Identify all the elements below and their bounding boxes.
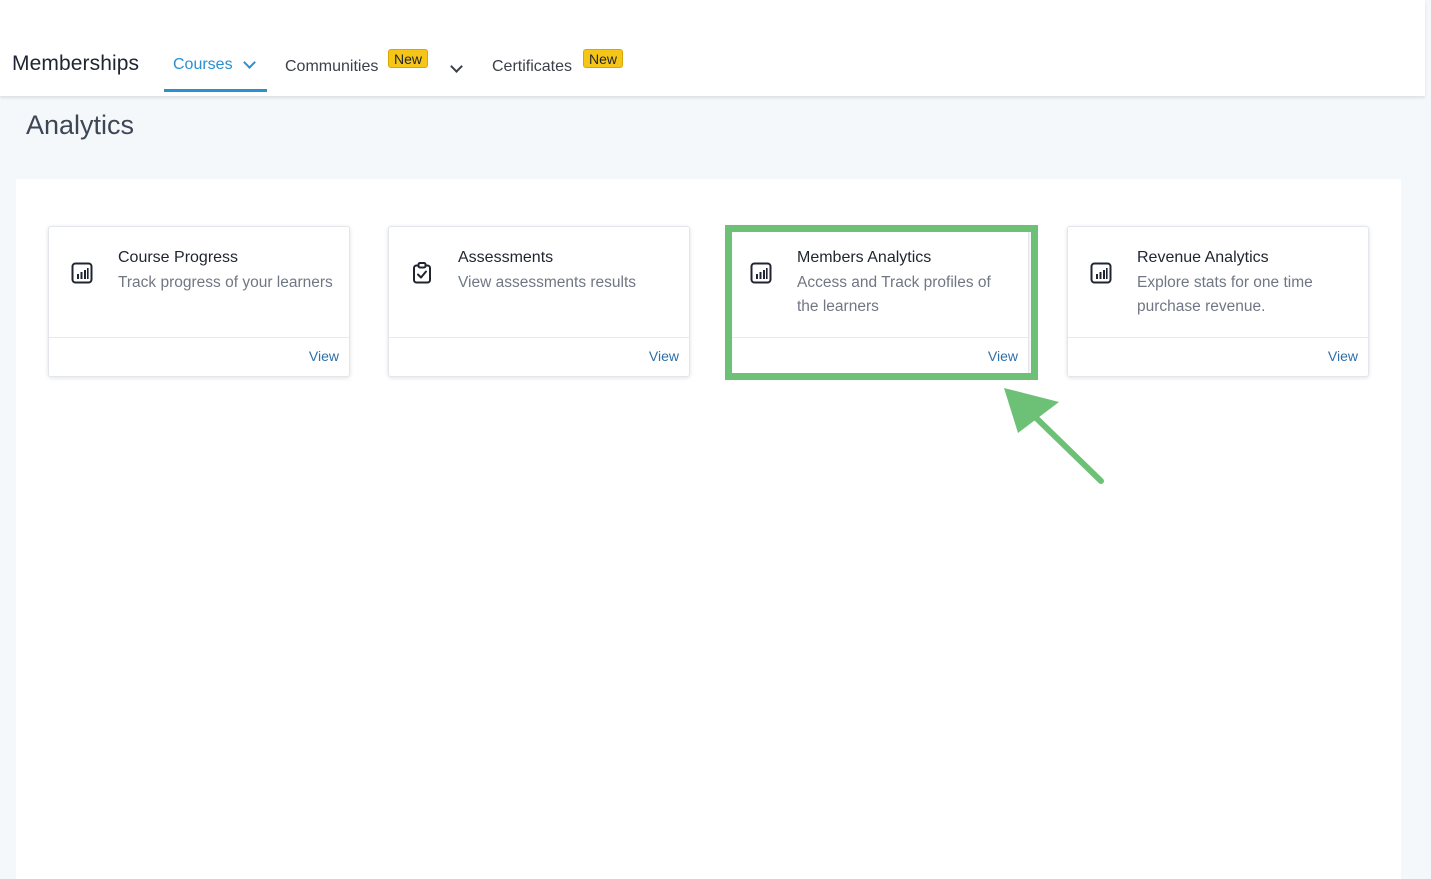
view-link[interactable]: View <box>1328 348 1358 364</box>
card-description: Explore stats for one time purchase reve… <box>1137 274 1313 315</box>
card-divider <box>49 337 349 338</box>
tab-courses[interactable]: Courses <box>173 55 256 74</box>
card-divider <box>728 337 1028 338</box>
view-link[interactable]: View <box>309 348 339 364</box>
top-navigation-bar: Memberships Courses Communities New Cert… <box>0 0 1425 96</box>
card-description: Track progress of your learners <box>118 274 333 291</box>
card-assessments[interactable]: Assessments View assessments results Vie… <box>388 226 690 377</box>
new-badge: New <box>583 49 624 68</box>
card-title: Assessments <box>458 249 554 266</box>
card-revenue-analytics[interactable]: Revenue Analytics Explore stats for one … <box>1067 226 1369 377</box>
app-title: Memberships <box>12 52 140 75</box>
card-divider <box>1068 337 1368 338</box>
tab-communities-label: Communities <box>285 58 379 75</box>
bar-chart-icon <box>1090 262 1112 284</box>
bar-chart-icon <box>71 262 93 284</box>
chevron-down-icon <box>242 55 256 69</box>
bar-chart-icon <box>750 262 772 284</box>
card-description: Access and Track profiles of the learner… <box>797 274 991 315</box>
tab-certificates[interactable]: Certificates <box>492 58 572 76</box>
card-members-analytics[interactable]: Members Analytics Access and Track profi… <box>727 226 1029 377</box>
tab-courses-label: Courses <box>173 56 233 73</box>
card-title: Revenue Analytics <box>1137 249 1269 266</box>
tab-communities[interactable]: Communities <box>285 58 378 76</box>
card-title: Course Progress <box>118 249 239 266</box>
view-link[interactable]: View <box>649 348 679 364</box>
card-title: Members Analytics <box>797 249 932 266</box>
card-description: View assessments results <box>458 274 637 291</box>
new-badge: New <box>388 49 429 68</box>
active-tab-indicator <box>164 89 267 92</box>
chevron-down-icon <box>450 60 463 73</box>
card-divider <box>389 337 689 338</box>
communities-dropdown-toggle[interactable] <box>449 58 465 74</box>
card-course-progress[interactable]: Course Progress Track progress of your l… <box>48 226 350 377</box>
view-link[interactable]: View <box>988 348 1018 364</box>
clipboard-check-icon <box>413 262 431 284</box>
page-title: Analytics <box>26 110 135 140</box>
tab-certificates-label: Certificates <box>492 58 573 75</box>
